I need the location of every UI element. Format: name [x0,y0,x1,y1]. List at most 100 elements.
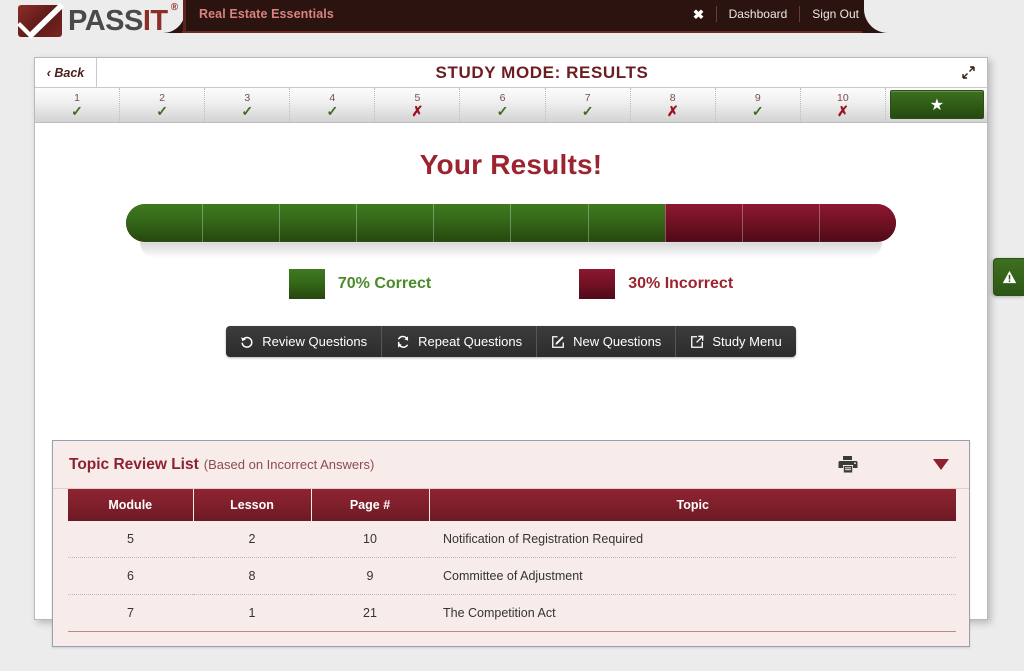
product-title: Real Estate Essentials [199,7,334,21]
feedback-tab-button[interactable] [993,258,1024,296]
registered-mark: ® [170,1,178,13]
pencil-square-icon [552,335,565,348]
question-cell-4[interactable]: 4 ✓ [290,88,376,122]
score-bar-divider [203,204,281,242]
printer-icon[interactable] [838,455,858,474]
legend-swatch-correct [288,269,325,299]
cell-module: 5 [68,521,193,558]
logo-pass-text: PASS [68,4,143,37]
question-cell-6[interactable]: 6 ✓ [460,88,546,122]
header-right-curve [864,0,1024,33]
logo-it-text: IT [142,4,168,37]
question-navigation-strip: 1 ✓ 2 ✓ 3 ✓ 4 ✓ 5 ✗ 6 ✓ 7 ✓ 8 ✗ 9 ✓ 10 ✗… [35,88,987,123]
question-result-icon: ✓ [241,102,254,119]
table-row[interactable]: 5 2 10 Notification of Registration Requ… [68,521,956,558]
question-cell-1[interactable]: 1 ✓ [35,88,121,122]
score-bar-segment-dividers [126,204,896,242]
question-number: 4 [329,91,336,104]
new-questions-label: New Questions [573,334,662,349]
cell-module: 7 [68,594,193,632]
cell-lesson: 2 [193,521,311,558]
main-panel: ‹ Back STUDY MODE: RESULTS 1 ✓ 2 ✓ 3 ✓ 4… [34,57,988,647]
question-result-icon: ✓ [581,102,594,119]
question-cell-5[interactable]: 5 ✗ [375,88,461,122]
topic-review-tools [838,455,949,474]
back-button[interactable]: ‹ Back [35,57,97,88]
legend-item-correct: 70% Correct [288,269,432,299]
question-cell-7[interactable]: 7 ✓ [546,88,631,122]
score-bar-divider [589,204,666,242]
score-bar-divider [126,204,204,242]
star-icon: ★ [929,96,945,114]
review-questions-label: Review Questions [262,334,368,349]
question-number: 3 [244,91,251,104]
warning-triangle-icon [1002,270,1016,284]
column-header-module: Module [68,489,194,521]
question-number: 1 [74,91,80,104]
score-bar-divider [357,204,435,242]
question-number: 5 [414,91,421,104]
score-bar-divider [820,204,896,242]
refresh-icon [397,335,409,348]
question-number: 8 [669,91,676,104]
legend-swatch-incorrect [579,269,616,299]
action-button-group: Review Questions Repeat Questions New Qu… [226,326,796,357]
table-row[interactable]: 6 8 9 Committee of Adjustment [68,557,956,595]
question-result-icon: ✓ [326,102,339,119]
question-number: 10 [837,91,849,104]
topic-review-list-panel: Topic Review List (Based on Incorrect An… [52,440,970,647]
score-legend: 70% Correct 30% Incorrect [35,269,987,299]
new-questions-button[interactable]: New Questions [537,326,677,357]
topic-review-header: Topic Review List (Based on Incorrect An… [53,441,969,489]
results-actions: Review Questions Repeat Questions New Qu… [35,326,987,357]
score-bar-wrapper [126,204,896,258]
table-header-row: Module Lesson Page # Topic [68,489,956,521]
cell-topic: Committee of Adjustment [429,557,956,595]
fullscreen-icon[interactable]: ✖ [692,8,703,21]
logo-wordmark: PASSIT ® [68,2,178,37]
question-number: 9 [754,91,761,104]
caret-down-icon[interactable] [933,459,949,470]
review-questions-button[interactable]: Review Questions [226,326,383,357]
question-cell-3[interactable]: 3 ✓ [205,88,291,122]
topic-review-title: Topic Review List [69,455,199,473]
column-header-lesson: Lesson [193,489,312,521]
question-cell-9[interactable]: 9 ✓ [716,88,801,122]
undo-history-icon [241,336,253,348]
legend-item-incorrect: 30% Incorrect [579,269,733,299]
column-header-page: Page # [311,489,430,521]
expand-diagonal-icon[interactable] [962,66,975,82]
cell-topic: Notification of Registration Required [429,521,956,558]
question-result-icon: ✓ [751,102,764,119]
cell-page: 10 [311,521,429,558]
legend-label-incorrect: 30% Incorrect [628,275,734,292]
question-result-icon: ✗ [411,102,424,119]
question-cell-2[interactable]: 2 ✓ [120,88,206,122]
results-star-button[interactable]: ★ [889,90,984,119]
question-result-icon: ✓ [156,102,168,119]
study-menu-button[interactable]: Study Menu [676,326,796,357]
dashboard-link[interactable]: Dashboard [729,7,788,21]
study-title-bar: ‹ Back STUDY MODE: RESULTS [35,57,987,88]
score-bar-divider [666,204,743,242]
cell-topic: The Competition Act [429,594,956,632]
score-progress-bar [126,204,896,242]
table-row[interactable]: 7 1 21 The Competition Act [68,594,956,632]
repeat-questions-button[interactable]: Repeat Questions [382,326,538,357]
page-title: STUDY MODE: RESULTS [435,62,649,82]
topic-review-table: Module Lesson Page # Topic 5 2 10 Notifi… [68,489,956,632]
study-menu-label: Study Menu [712,334,782,349]
external-link-icon [691,335,704,348]
question-number: 7 [584,91,591,104]
legend-label-correct: 70% Correct [337,275,432,292]
topic-review-subtitle: (Based on Incorrect Answers) [203,457,375,472]
passit-logo[interactable]: PASSIT ® [17,2,178,39]
score-bar-divider [511,204,589,242]
question-cell-8[interactable]: 8 ✗ [631,88,716,122]
topic-review-table-body: 5 2 10 Notification of Registration Requ… [68,521,956,632]
question-cell-10[interactable]: 10 ✗ [801,88,886,122]
question-number: 2 [159,91,166,104]
signout-link[interactable]: Sign Out [812,7,859,21]
repeat-questions-label: Repeat Questions [418,334,523,349]
cell-module: 6 [68,557,193,595]
